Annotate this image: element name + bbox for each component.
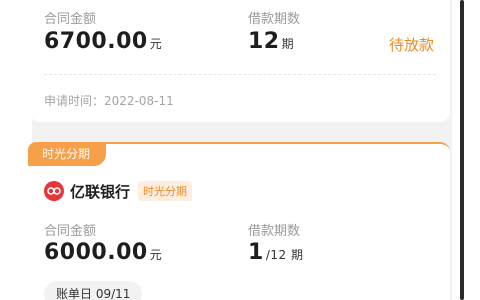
contract-amount: 6700.00 元 bbox=[44, 29, 162, 54]
product-badge: 时光分期 bbox=[138, 181, 193, 201]
bank-name: 亿联银行 bbox=[70, 182, 131, 201]
contract-amount-value: 6000.00 bbox=[44, 240, 148, 265]
term-unit: /12 期 bbox=[265, 248, 304, 262]
term-unit: 期 bbox=[281, 37, 295, 51]
bill-day-badge: 账单日 09/11 bbox=[44, 281, 143, 300]
term: 1/12 期 bbox=[248, 240, 303, 265]
term-label: 借款期数 bbox=[248, 12, 301, 27]
contract-amount-label: 合同金额 bbox=[44, 224, 97, 239]
bank-row: 亿联银行 时光分期 bbox=[44, 180, 193, 202]
contract-amount-unit: 元 bbox=[149, 37, 163, 51]
term-value: 1 bbox=[248, 240, 264, 265]
term-label: 借款期数 bbox=[248, 224, 301, 239]
product-tag: 时光分期 bbox=[28, 142, 107, 166]
term: 12 期 bbox=[248, 29, 294, 54]
loan-card[interactable]: 合同金额 6700.00 元 借款期数 12 期 待放款 申请时间：2022-08-… bbox=[30, 0, 450, 122]
divider bbox=[44, 74, 436, 75]
contract-amount: 6000.00 元 bbox=[44, 240, 162, 265]
contract-amount-unit: 元 bbox=[149, 248, 163, 262]
contract-amount-label: 合同金额 bbox=[44, 12, 97, 27]
loan-card[interactable]: 时光分期 亿联银行 时光分期 合同金额 6000.00 元 借款期数 1/12 期… bbox=[28, 142, 450, 300]
scrollbar[interactable] bbox=[452, 0, 480, 300]
term-value: 12 bbox=[248, 29, 280, 54]
loan-list-page: 合同金额 6700.00 元 借款期数 12 期 待放款 申请时间：2022-08-… bbox=[0, 0, 480, 300]
yilian-bank-logo-icon bbox=[44, 181, 64, 201]
contract-amount-value: 6700.00 bbox=[44, 29, 148, 54]
status-badge: 待放款 bbox=[388, 36, 434, 54]
apply-time: 申请时间：2022-08-11 bbox=[44, 94, 174, 108]
